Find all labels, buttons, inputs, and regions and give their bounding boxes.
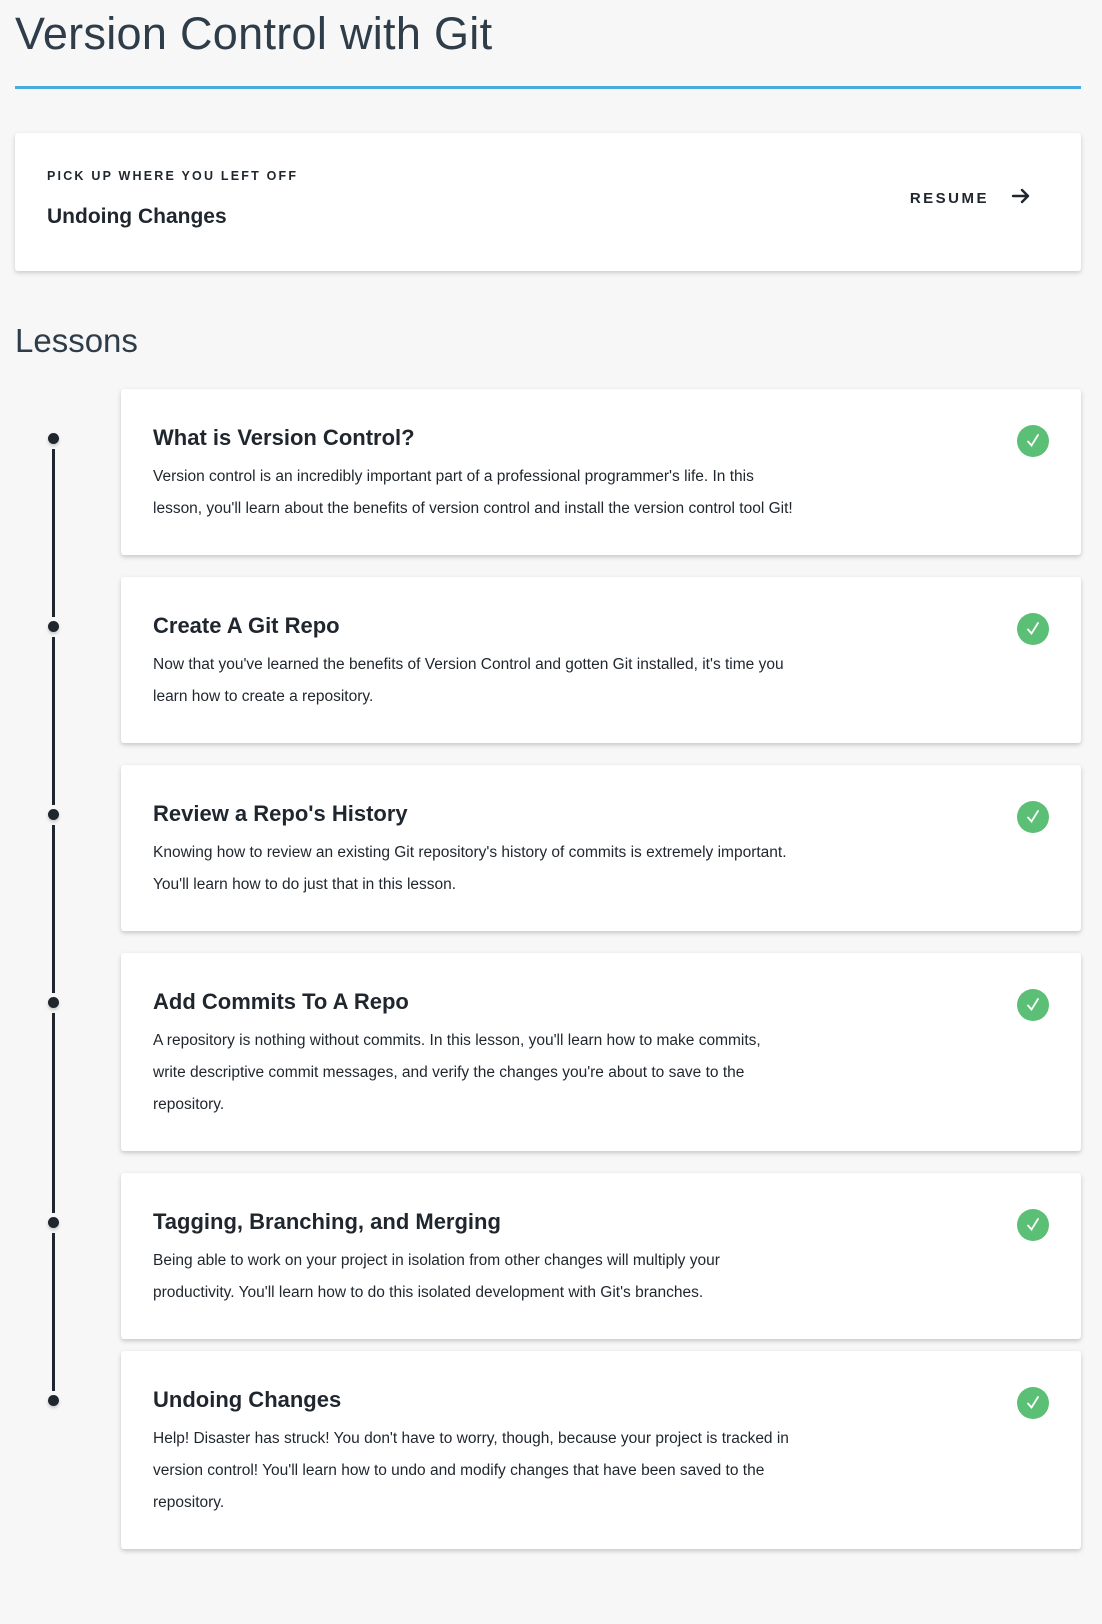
resume-lesson-title: Undoing Changes — [47, 205, 227, 228]
lesson-description: Now that you've learned the benefits of … — [153, 656, 784, 705]
timeline-dot — [48, 809, 59, 820]
page-title: Version Control with Git — [15, 8, 493, 59]
arrow-right-icon — [1011, 186, 1031, 211]
lesson-card[interactable]: Tagging, Branching, and Merging Being abl… — [121, 1173, 1081, 1339]
lesson-item: Tagging, Branching, and Merging Being abl… — [0, 1173, 1102, 1391]
lesson-description: Knowing how to review an existing Git re… — [153, 844, 787, 893]
resume-card: PICK UP WHERE YOU LEFT OFF Undoing Chang… — [15, 133, 1081, 271]
lesson-card[interactable]: Undoing Changes Help! Disaster has struck… — [121, 1351, 1081, 1549]
check-complete-icon — [1017, 613, 1049, 645]
lesson-description: Help! Disaster has struck! You don't hav… — [153, 1430, 789, 1511]
lesson-card[interactable]: Add Commits To A Repo A repository is not… — [121, 953, 1081, 1151]
timeline-dot — [48, 621, 59, 632]
lesson-title: Create A Git Repo — [153, 613, 340, 638]
lesson-description: Version control is an incredibly importa… — [153, 468, 793, 517]
lesson-list: What is Version Control? Version control … — [0, 389, 1102, 1571]
lessons-heading: Lessons — [15, 322, 138, 359]
lesson-card[interactable]: Review a Repo's History Knowing how to re… — [121, 765, 1081, 931]
lesson-item: Add Commits To A Repo A repository is not… — [0, 953, 1102, 1213]
lesson-card[interactable]: What is Version Control? Version control … — [121, 389, 1081, 555]
lesson-item: Undoing Changes Help! Disaster has struck… — [0, 1351, 1102, 1549]
lesson-title: Tagging, Branching, and Merging — [153, 1209, 501, 1234]
lesson-item: Create A Git Repo Now that you've learned… — [0, 577, 1102, 805]
check-complete-icon — [1017, 989, 1049, 1021]
check-complete-icon — [1017, 425, 1049, 457]
lesson-title: Add Commits To A Repo — [153, 989, 409, 1014]
lesson-title: Review a Repo's History — [153, 801, 408, 826]
lesson-item: What is Version Control? Version control … — [0, 389, 1102, 617]
timeline-dot — [48, 1217, 59, 1228]
lesson-description: A repository is nothing without commits.… — [153, 1032, 761, 1113]
resume-label: RESUME — [909, 190, 989, 207]
timeline-dot — [48, 1395, 59, 1406]
lesson-title: What is Version Control? — [153, 425, 415, 450]
lesson-card[interactable]: Create A Git Repo Now that you've learned… — [121, 577, 1081, 743]
resume-button[interactable]: RESUME — [910, 186, 1031, 211]
check-complete-icon — [1017, 1387, 1049, 1419]
title-divider — [15, 86, 1081, 89]
check-complete-icon — [1017, 801, 1049, 833]
lesson-description: Being able to work on your project in is… — [153, 1252, 720, 1301]
check-complete-icon — [1017, 1209, 1049, 1241]
timeline-dot — [48, 997, 59, 1008]
lesson-item: Review a Repo's History Knowing how to re… — [0, 765, 1102, 993]
timeline-dot — [48, 433, 59, 444]
resume-eyebrow: PICK UP WHERE YOU LEFT OFF — [47, 169, 299, 183]
lesson-title: Undoing Changes — [153, 1387, 342, 1412]
